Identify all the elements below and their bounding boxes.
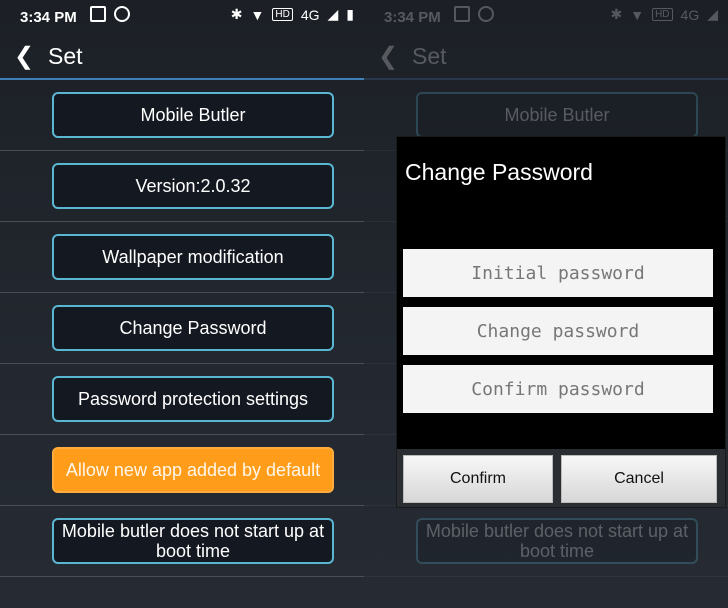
hd-badge: HD [272, 8, 293, 21]
dialog-title: Change Password [405, 159, 593, 185]
wallpaper-modification-button[interactable]: Wallpaper modification [52, 234, 334, 280]
wifi-icon: ▼ [250, 6, 265, 23]
change-password-field[interactable]: Change password [403, 307, 713, 355]
wifi-icon: ▼ [630, 6, 645, 23]
gallery-icon [90, 6, 106, 22]
cancel-button[interactable]: Cancel [561, 455, 717, 503]
network-type: 4G [300, 6, 320, 23]
bluetooth-icon: ✱ [230, 6, 243, 22]
dialog-footer: Confirm Cancel [397, 449, 725, 507]
sync-icon [114, 6, 130, 22]
hd-badge: HD [652, 8, 673, 21]
boot-start-button[interactable]: Mobile butler does not start up at boot … [52, 518, 334, 564]
bluetooth-icon: ✱ [610, 6, 623, 22]
title-bar: ❮ Set [0, 34, 364, 80]
change-password-button[interactable]: Change Password [52, 305, 334, 351]
title-bar-right: ❮ Set [364, 34, 728, 80]
chevron-left-icon[interactable]: ❮ [14, 42, 38, 71]
signal-icon: ◢ [707, 6, 718, 22]
allow-new-app-button[interactable]: Allow new app added by default [52, 447, 334, 493]
boot-start-button: Mobile butler does not start up at boot … [416, 518, 698, 564]
status-time: 3:34 PM [20, 9, 77, 26]
confirm-password-field[interactable]: Confirm password [403, 365, 713, 413]
settings-list: Mobile Butler Version:2.0.32 Wallpaper m… [0, 80, 364, 577]
change-password-dialog: Change Password Initial password Change … [396, 136, 726, 508]
page-title: Set [48, 42, 83, 69]
signal-icon: ◢ [327, 6, 339, 22]
status-time-right: 3:34 PM [384, 9, 441, 26]
status-bar-right: 3:34 PM ✱ ▼ HD 4G ◢ [364, 0, 728, 34]
status-bar: 3:34 PM ✱ ▼ HD 4G ◢ ▮ [0, 0, 364, 34]
mobile-butler-button: Mobile Butler [416, 92, 698, 138]
version-button[interactable]: Version:2.0.32 [52, 163, 334, 209]
change-password-screen: 3:34 PM ✱ ▼ HD 4G ◢ ❮ Set Mobile Butler … [364, 0, 728, 608]
battery-icon: ▮ [346, 6, 354, 22]
gallery-icon [454, 6, 470, 22]
initial-password-field[interactable]: Initial password [403, 249, 713, 297]
settings-screen: 3:34 PM ✱ ▼ HD 4G ◢ ▮ ❮ Set Mobile Butle… [0, 0, 364, 608]
confirm-button[interactable]: Confirm [403, 455, 553, 503]
chevron-left-icon: ❮ [378, 42, 399, 70]
sync-icon [478, 6, 494, 22]
mobile-butler-button[interactable]: Mobile Butler [52, 92, 334, 138]
network-type: 4G [680, 6, 700, 23]
page-title-right: Set [412, 42, 447, 69]
password-protection-settings-button[interactable]: Password protection settings [52, 376, 334, 422]
